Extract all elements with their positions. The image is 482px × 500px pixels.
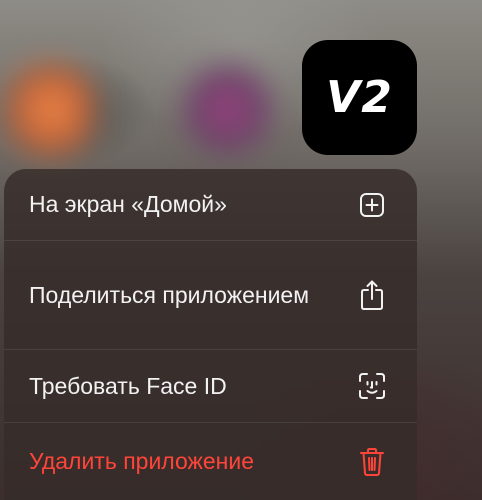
- face-id-icon: [357, 371, 387, 401]
- menu-item-label: На экран «Домой»: [29, 191, 227, 217]
- blurred-app-icon-purple: [180, 62, 275, 157]
- menu-item-label: Поделиться приложением: [29, 281, 310, 308]
- menu-item-delete-app[interactable]: Удалить приложение: [4, 423, 417, 500]
- menu-item-add-to-home[interactable]: На экран «Домой»: [4, 169, 417, 241]
- share-icon: [357, 280, 387, 310]
- context-menu: На экран «Домой» Поделиться приложением …: [4, 169, 417, 500]
- menu-item-share-app[interactable]: Поделиться приложением: [4, 241, 417, 350]
- app-icon-text: V2: [326, 72, 393, 123]
- blurred-app-icon-orange: [0, 60, 95, 160]
- menu-item-require-face-id[interactable]: Требовать Face ID: [4, 350, 417, 423]
- menu-item-label: Требовать Face ID: [29, 372, 227, 399]
- trash-icon: [357, 447, 387, 477]
- menu-item-label: Удалить приложение: [29, 448, 255, 474]
- plus-square-icon: [357, 190, 387, 220]
- app-icon-v2[interactable]: V2: [302, 40, 417, 155]
